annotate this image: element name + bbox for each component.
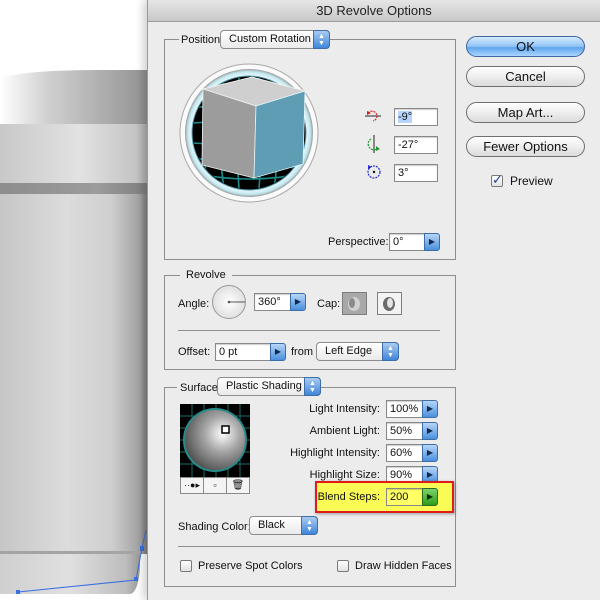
light-intensity-label: Light Intensity: [309, 403, 380, 415]
rotation-trackball[interactable] [179, 63, 319, 203]
lighting-toolbar: ··●▸ ▫ 🗑 [180, 477, 250, 494]
highlight-intensity-field[interactable]: 60% [386, 444, 423, 462]
position-preset-select[interactable]: Custom Rotation ▲ ▼ [220, 30, 330, 49]
perspective-field[interactable]: 0° [389, 233, 425, 251]
revolve-legend: Revolve [180, 268, 232, 282]
ambient-light-slider-button[interactable]: ▶ [422, 422, 438, 440]
preview-label[interactable]: Preview [510, 174, 553, 188]
blend-steps-label: Blend Steps: [317, 491, 380, 503]
draw-hidden-faces-label[interactable]: Draw Hidden Faces [355, 559, 452, 573]
updown-arrows-icon: ▲ ▼ [301, 516, 318, 535]
lighting-sphere-preview[interactable] [180, 404, 250, 477]
rotation-y-field[interactable]: -27° [394, 136, 438, 154]
new-light-button[interactable]: ▫ [204, 478, 227, 493]
from-label: from [291, 346, 313, 358]
offset-slider-button[interactable]: ▶ [270, 343, 286, 361]
light-intensity-field[interactable]: 100% [386, 400, 423, 418]
rotate-y-icon [367, 135, 380, 153]
anchor-point[interactable] [134, 577, 138, 581]
ambient-light-field[interactable]: 50% [386, 422, 423, 440]
rotation-x-field[interactable]: -9° [394, 108, 438, 126]
rotation-z-field[interactable]: 3° [394, 164, 438, 182]
cap-hollow-icon [383, 297, 395, 311]
position-preset-value: Custom Rotation [229, 33, 311, 45]
angle-label: Angle: [178, 298, 210, 310]
angle-slider-button[interactable]: ▶ [290, 293, 306, 311]
position-label: Position: [179, 33, 226, 47]
cap-solid-icon [348, 297, 360, 311]
screen: 3D Revolve Options Position: Custom Rota… [0, 0, 600, 600]
preview-checkbox[interactable] [491, 172, 503, 188]
cap-off-button[interactable] [377, 292, 402, 315]
shading-color-label: Shading Color: [178, 521, 251, 533]
cube-preview[interactable] [201, 76, 307, 179]
new-light-icon: ▫ [213, 480, 217, 490]
ambient-light-label: Ambient Light: [309, 425, 380, 437]
selected-path-outline[interactable] [0, 0, 148, 600]
artboard-cup-artwork[interactable] [0, 0, 148, 600]
ok-button[interactable]: OK [466, 36, 585, 57]
highlight-intensity-slider-button[interactable]: ▶ [422, 444, 438, 462]
updown-arrows-icon: ▲ ▼ [382, 342, 399, 361]
anchor-point[interactable] [16, 590, 20, 594]
blend-steps-field[interactable]: 200 [386, 488, 423, 506]
highlight-size-label: Highlight Size: [309, 469, 380, 481]
light-source-handle[interactable] [221, 425, 230, 434]
light-intensity-slider-button[interactable]: ▶ [422, 400, 438, 418]
light-to-back-icon: ··●▸ [184, 480, 200, 490]
offset-label: Offset: [178, 346, 211, 358]
offset-field[interactable]: 0 pt [215, 343, 271, 361]
revolve-divider [178, 330, 440, 331]
shading-color-select[interactable]: Black ▲ ▼ [249, 516, 318, 535]
surface-value: Plastic Shading [226, 380, 302, 392]
offset-from-select[interactable]: Left Edge ▲ ▼ [316, 342, 399, 361]
dialog-title: 3D Revolve Options [148, 0, 600, 22]
map-art-button[interactable]: Map Art... [466, 102, 585, 123]
revolve-options-dialog: 3D Revolve Options Position: Custom Rota… [147, 0, 600, 600]
move-light-back-button[interactable]: ··●▸ [181, 478, 204, 493]
perspective-label: Perspective: [328, 236, 389, 248]
angle-field[interactable]: 360° [254, 293, 291, 311]
surface-select[interactable]: Plastic Shading ▲ ▼ [217, 377, 321, 396]
updown-arrows-icon: ▲ ▼ [304, 377, 321, 396]
cancel-button[interactable]: Cancel [466, 66, 585, 87]
rotate-x-icon [365, 110, 381, 122]
angle-dial[interactable] [211, 284, 247, 320]
shading-color-value: Black [258, 519, 285, 531]
rotate-z-icon [367, 165, 381, 179]
perspective-slider-button[interactable]: ▶ [424, 233, 440, 251]
cap-label: Cap: [317, 298, 341, 310]
highlight-intensity-label: Highlight Intensity: [290, 447, 380, 459]
updown-arrows-icon: ▲ ▼ [313, 30, 330, 49]
preserve-spot-colors-checkbox[interactable] [180, 560, 192, 572]
draw-hidden-faces-checkbox[interactable] [337, 560, 349, 572]
preserve-spot-colors-label[interactable]: Preserve Spot Colors [198, 559, 303, 573]
cap-on-button[interactable] [342, 292, 367, 315]
blend-steps-slider-button[interactable]: ▶ [422, 488, 438, 506]
offset-from-value: Left Edge [325, 345, 373, 357]
fewer-options-button[interactable]: Fewer Options [466, 136, 585, 157]
surface-divider [178, 546, 440, 547]
delete-light-button[interactable]: 🗑 [227, 478, 249, 493]
anchor-point[interactable] [140, 546, 144, 551]
trash-icon: 🗑 [231, 480, 245, 491]
